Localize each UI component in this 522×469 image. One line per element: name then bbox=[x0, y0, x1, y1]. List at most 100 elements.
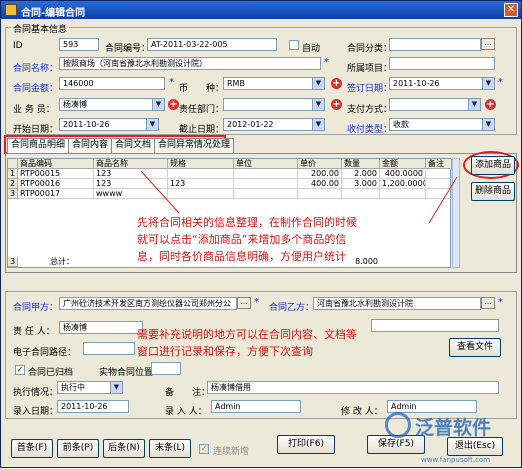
vertical-scrollbar[interactable] bbox=[452, 158, 460, 268]
currency-select[interactable]: RMB ▼ bbox=[223, 77, 325, 90]
end-date-field[interactable]: 2012-01-22 ▼ bbox=[223, 118, 325, 131]
location-field[interactable] bbox=[151, 362, 181, 375]
next-record-button[interactable]: 后条(N) bbox=[103, 439, 145, 458]
column-header-unit[interactable]: 单位 bbox=[234, 159, 298, 169]
table-cell-name[interactable]: 123 bbox=[94, 179, 168, 189]
table-cell-price[interactable]: 400.00 bbox=[298, 179, 342, 189]
table-cell-qty[interactable]: 3.000 bbox=[342, 179, 380, 189]
table-cell-code[interactable]: RTP00016 bbox=[18, 179, 94, 189]
table-cell-amount[interactable]: 1,200.0000 bbox=[380, 179, 426, 189]
table-cell-amount[interactable] bbox=[380, 189, 426, 199]
column-header-name[interactable]: 商品名称 bbox=[94, 159, 168, 169]
chevron-down-icon[interactable]: ▼ bbox=[468, 99, 480, 110]
chevron-down-icon[interactable]: ▼ bbox=[146, 119, 158, 130]
table-cell-amount[interactable]: 400.0000 bbox=[380, 169, 426, 179]
code-field[interactable]: AT-2011-03-22-005 bbox=[147, 38, 277, 51]
table-cell-price[interactable] bbox=[298, 189, 342, 199]
add-goods-button[interactable]: 添加商品 bbox=[471, 156, 515, 175]
print-button[interactable]: 打印(F6) bbox=[277, 435, 335, 454]
dept-add-icon[interactable]: + bbox=[331, 99, 342, 110]
table-cell-name[interactable]: 123 bbox=[94, 169, 168, 179]
auto-label: 自动 bbox=[302, 44, 321, 54]
table-cell-spec[interactable] bbox=[168, 169, 234, 179]
project-field[interactable] bbox=[389, 57, 495, 70]
table-cell-unit[interactable] bbox=[234, 179, 298, 189]
table-cell-qty[interactable] bbox=[342, 189, 380, 199]
responsible-field[interactable]: 杨凑博 bbox=[59, 321, 143, 334]
column-header-price[interactable]: 单价 bbox=[298, 159, 342, 169]
close-icon[interactable]: ✕ bbox=[504, 3, 518, 17]
dept-select[interactable]: ▼ bbox=[223, 98, 325, 111]
party-a-browse-button[interactable]: … bbox=[237, 297, 251, 309]
delete-goods-button[interactable]: 删除商品 bbox=[471, 182, 515, 201]
pay-method-select[interactable]: ▼ bbox=[389, 98, 481, 111]
party-a-field[interactable]: 广州砼济技术开发区南方测绘仪器公司郑州分公 bbox=[59, 297, 237, 310]
status-select[interactable]: 执行中 ▼ bbox=[57, 381, 123, 394]
table-cell-qty[interactable]: 2.000 bbox=[342, 169, 380, 179]
tab-goods-detail[interactable]: 合同商品明细 bbox=[7, 138, 70, 153]
auto-checkbox[interactable] bbox=[289, 40, 299, 50]
chevron-down-icon[interactable]: ▼ bbox=[312, 119, 324, 130]
archived-checkbox[interactable]: ✓ bbox=[15, 365, 25, 375]
column-header-code[interactable]: 商品编码 bbox=[18, 159, 94, 169]
remark-field[interactable]: 杨凑博借用 bbox=[207, 381, 499, 394]
column-header-spec[interactable]: 规格 bbox=[168, 159, 234, 169]
chevron-down-icon[interactable]: ▼ bbox=[312, 99, 324, 110]
salesman-add-icon[interactable]: + bbox=[168, 99, 179, 110]
party-b-required-mark: * bbox=[498, 297, 503, 308]
salesman-value: 杨凑博 bbox=[63, 100, 87, 109]
first-record-button[interactable]: 首条(F) bbox=[11, 439, 53, 458]
total-qty: 8.000 bbox=[355, 257, 378, 266]
start-date-label: 开始日期： bbox=[13, 125, 59, 135]
amount-required-mark: * bbox=[169, 77, 174, 88]
prev-record-button[interactable]: 前条(P) bbox=[57, 439, 99, 458]
tab-exception-handling[interactable]: 合同异常情况处理 bbox=[154, 138, 235, 153]
responsible-label: 责 任 人： bbox=[13, 327, 55, 337]
last-record-button[interactable]: 末条(L) bbox=[149, 439, 191, 458]
chevron-down-icon[interactable]: ▼ bbox=[152, 99, 164, 110]
column-header-qty[interactable]: 数量 bbox=[342, 159, 380, 169]
id-field[interactable]: 593 bbox=[59, 38, 99, 51]
chevron-down-icon[interactable]: ▼ bbox=[482, 119, 494, 130]
view-file-button[interactable]: 查看文件 bbox=[449, 338, 501, 357]
collect-type-select[interactable]: 收款 ▼ bbox=[389, 118, 495, 131]
chevron-down-icon[interactable]: ▼ bbox=[312, 78, 324, 89]
party-b-field[interactable]: 河南省豫北水利勘测设计院 bbox=[313, 297, 481, 310]
sign-date-field[interactable]: 2011-10-26 ▼ bbox=[389, 77, 495, 90]
chevron-down-icon[interactable]: ▼ bbox=[110, 382, 122, 393]
remark-label: 备 注： bbox=[165, 388, 211, 398]
table-cell-spec[interactable]: 123 bbox=[168, 179, 234, 189]
party-b-browse-button[interactable]: … bbox=[481, 297, 495, 309]
app-icon bbox=[5, 4, 17, 16]
amount-field[interactable]: 146000 bbox=[59, 77, 165, 90]
basic-info-label: 合同基本信息 bbox=[11, 22, 70, 35]
column-header-note[interactable]: 备注 bbox=[426, 159, 452, 169]
table-cell-note[interactable] bbox=[426, 169, 452, 179]
efile-path-field[interactable] bbox=[83, 342, 135, 355]
table-cell-price[interactable]: 200.00 bbox=[298, 169, 342, 179]
tab-contract-content[interactable]: 合同内容 bbox=[68, 138, 113, 153]
modifier-label: 修 改 人： bbox=[341, 407, 383, 417]
chevron-down-icon[interactable]: ▼ bbox=[482, 78, 494, 89]
tab-contract-docs[interactable]: 合同文档 bbox=[111, 138, 156, 153]
table-cell-unit[interactable] bbox=[234, 189, 298, 199]
table-cell-unit[interactable] bbox=[234, 169, 298, 179]
salesman-select[interactable]: 杨凑博 ▼ bbox=[59, 98, 165, 111]
table-cell-note[interactable] bbox=[426, 189, 452, 199]
pay-method-add-icon[interactable]: + bbox=[485, 99, 496, 110]
name-field[interactable]: 按照商场（河南省豫北水利勘测设计院） bbox=[59, 57, 321, 70]
category-field[interactable] bbox=[389, 38, 481, 51]
column-header-amount[interactable]: 金额 bbox=[380, 159, 426, 169]
table-cell-code[interactable]: RTP00015 bbox=[18, 169, 94, 179]
modifier-field: Admin bbox=[387, 400, 477, 413]
category-browse-button[interactable]: … bbox=[481, 38, 495, 50]
table-cell-name[interactable]: wwww bbox=[94, 189, 168, 199]
keep-add-checkbox[interactable]: ✓ bbox=[199, 444, 209, 454]
contract-content-field[interactable] bbox=[371, 319, 499, 332]
collect-type-value: 收款 bbox=[393, 120, 409, 129]
table-cell-note[interactable] bbox=[426, 179, 452, 189]
table-cell-spec[interactable] bbox=[168, 189, 234, 199]
table-cell-code[interactable]: RTP00017 bbox=[18, 189, 94, 199]
start-date-field[interactable]: 2011-10-26 ▼ bbox=[59, 118, 159, 131]
currency-add-icon[interactable]: + bbox=[331, 78, 342, 89]
